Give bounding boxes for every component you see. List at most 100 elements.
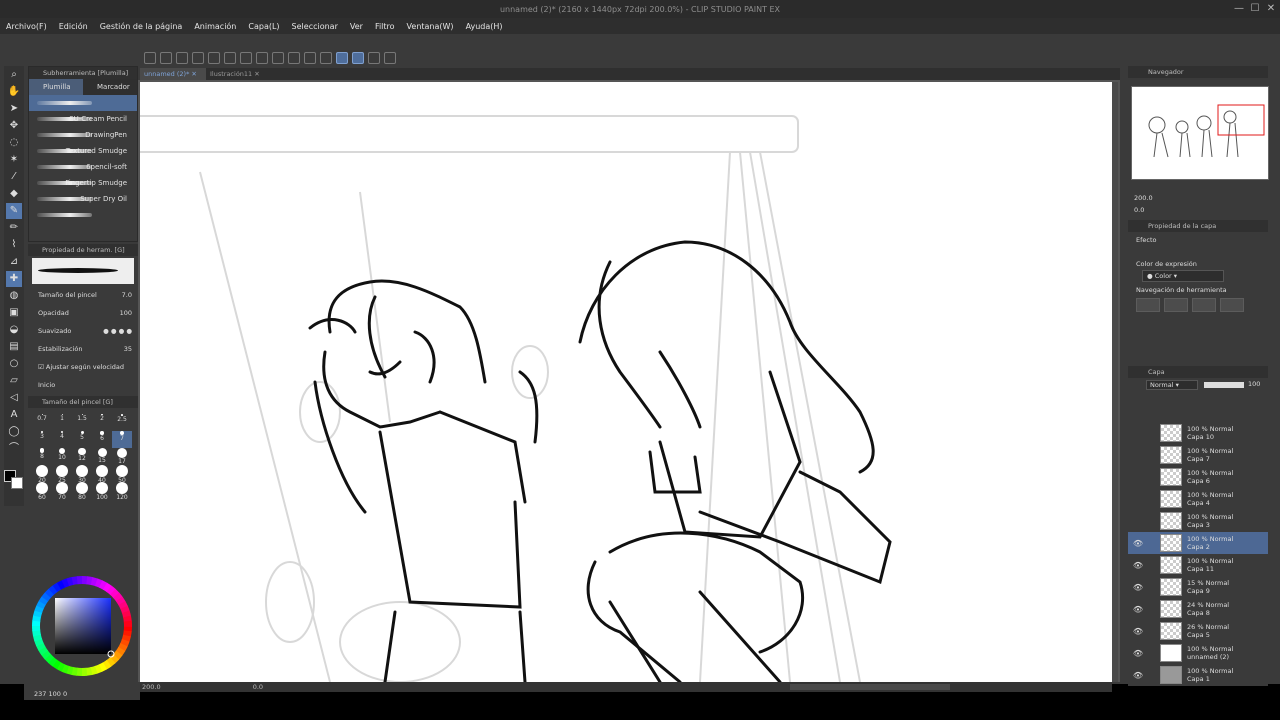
save-icon[interactable] [208,52,220,64]
stabilization-value[interactable]: 35 [124,345,132,353]
speed-checkbox[interactable]: ☑ Ajustar según velocidad [38,363,124,371]
brush-size-option[interactable]: 5 [72,431,92,448]
fill-icon[interactable]: ▣ [6,305,22,321]
brush-item[interactable]: Fingertip Smudge [29,175,137,191]
brush-size-option[interactable]: 7 [112,431,132,448]
minimize-button[interactable]: — [1232,2,1246,16]
decoration-icon[interactable]: ✚ [6,271,22,287]
angle-readout[interactable]: 0.0 [253,683,263,691]
blend-mode-select[interactable]: Normal ▾ [1146,380,1198,390]
tab-unnamed[interactable]: unnamed (2)* ✕ [140,68,206,80]
brush-item[interactable]: 6pencil-soft [29,159,137,175]
drawing-canvas[interactable] [140,82,1112,682]
brush-size-option[interactable]: 15 [92,448,112,465]
brush-size-option[interactable]: 30 [72,465,92,484]
correct-line-icon[interactable]: ◯ [6,424,22,440]
layer-row[interactable]: 100 % Normal Capa 3 [1128,510,1268,532]
maximize-button[interactable]: ☐ [1248,2,1262,16]
brush-size-option[interactable]: 20 [32,465,52,484]
layer-row[interactable]: 👁 100 % Normal Capa 11 [1128,554,1268,576]
brush-size-option[interactable]: 2 [92,414,112,431]
crop-icon[interactable] [320,52,332,64]
menu-ayuda[interactable]: Ayuda(H) [466,22,503,31]
brush-size-option[interactable]: 12 [72,448,92,465]
transform-icon[interactable] [304,52,316,64]
menu-filtro[interactable]: Filtro [375,22,395,31]
pen-pressure-icon[interactable] [368,52,380,64]
eye-icon[interactable]: 👁 [1132,649,1144,658]
pencil-icon[interactable]: ✏ [6,220,22,236]
menu-icon[interactable] [144,52,156,64]
operation-icon[interactable]: ➤ [6,101,22,117]
menu-animacion[interactable]: Animación [194,22,236,31]
brush-item[interactable] [29,207,137,223]
brush-size-option[interactable]: 10 [52,448,72,465]
brush-size-value[interactable]: 7.0 [122,291,132,299]
brush-item[interactable]: Textured Smudge [29,143,137,159]
pen-icon[interactable]: ✎ [6,203,22,219]
canvas-vertical-scrollbar[interactable] [1112,82,1118,682]
help-icon[interactable] [384,52,396,64]
layer-row[interactable]: 100 % Normal Capa 6 [1128,466,1268,488]
color-wheel[interactable] [24,560,140,700]
eyedropper-icon[interactable]: ⁄ [6,169,22,185]
eraser-icon[interactable]: ◆ [6,186,22,202]
hand-icon[interactable]: ✋ [6,84,22,100]
brush-item[interactable]: DrawingPen [29,127,137,143]
layer-nav-button[interactable] [1192,298,1216,312]
zoom-readout[interactable]: 200.0 [142,683,161,691]
expression-color-select[interactable]: ● Color ▾ [1142,270,1224,282]
frame-icon[interactable]: ○ [6,356,22,372]
menu-seleccionar[interactable]: Seleccionar [292,22,338,31]
brush-item[interactable] [29,95,137,111]
snap-ruler-icon[interactable] [336,52,348,64]
new-file-icon[interactable] [176,52,188,64]
brush-size-option[interactable]: 70 [52,482,72,501]
opacity-value[interactable]: 100 [120,309,132,317]
lasso-icon[interactable]: ◌ [6,135,22,151]
smoothing-dots[interactable]: ● ● ● ● [103,327,132,335]
navigator-zoom[interactable]: 200.0 [1134,194,1153,202]
brush-size-option[interactable]: 1.5 [72,414,92,431]
settings-icon[interactable] [288,52,300,64]
eye-icon[interactable]: 👁 [1132,627,1144,636]
menu-archivo[interactable]: Archivo(F) [6,22,47,31]
brush-size-option[interactable]: 50 [112,465,132,484]
gradient-icon[interactable]: ◒ [6,322,22,338]
blend-icon[interactable]: ◍ [6,288,22,304]
brush-size-option[interactable]: 80 [72,482,92,501]
brush-size-option[interactable]: 25 [52,465,72,484]
brush-size-option[interactable]: 6 [92,431,112,448]
layer-row[interactable]: 👁 100 % Normal Capa 2 [1128,532,1268,554]
magic-wand-icon[interactable]: ✶ [6,152,22,168]
tab-marcador[interactable]: Marcador [83,79,137,95]
brush-size-option[interactable]: 1 [52,414,72,431]
eye-icon[interactable]: 👁 [1132,671,1144,680]
undo-icon[interactable] [256,52,268,64]
layer-nav-button[interactable] [1220,298,1244,312]
navigator-preview[interactable] [1131,86,1269,180]
ruler-icon[interactable]: ▱ [6,373,22,389]
layer-row[interactable]: 👁 15 % Normal Capa 9 [1128,576,1268,598]
layer-opacity-value[interactable]: 100 [1248,380,1260,388]
layer-nav-button[interactable] [1136,298,1160,312]
brush-size-option[interactable]: 40 [92,465,112,484]
redo-icon[interactable] [272,52,284,64]
layer-row[interactable]: 👁 26 % Normal Capa 5 [1128,620,1268,642]
print-icon[interactable] [240,52,252,64]
layer-row[interactable]: 100 % Normal Capa 10 [1128,422,1268,444]
menu-pagina[interactable]: Gestión de la página [100,22,183,31]
brush-size-option[interactable]: 3 [32,431,52,448]
brush-size-option[interactable]: 120 [112,482,132,501]
eye-icon[interactable]: 👁 [1132,583,1144,592]
brush-size-option[interactable]: 17 [112,448,132,465]
brush-size-option[interactable]: 2.5 [112,414,132,431]
eye-icon[interactable]: 👁 [1132,539,1144,548]
brush-size-option[interactable]: 4 [52,431,72,448]
eye-icon[interactable]: 👁 [1132,561,1144,570]
open-file-icon[interactable] [192,52,204,64]
export-icon[interactable] [224,52,236,64]
tab-plumilla[interactable]: Plumilla [29,79,83,95]
close-button[interactable]: ✕ [1264,2,1278,16]
layer-row[interactable]: 👁 100 % Normal unnamed (2) [1128,642,1268,664]
